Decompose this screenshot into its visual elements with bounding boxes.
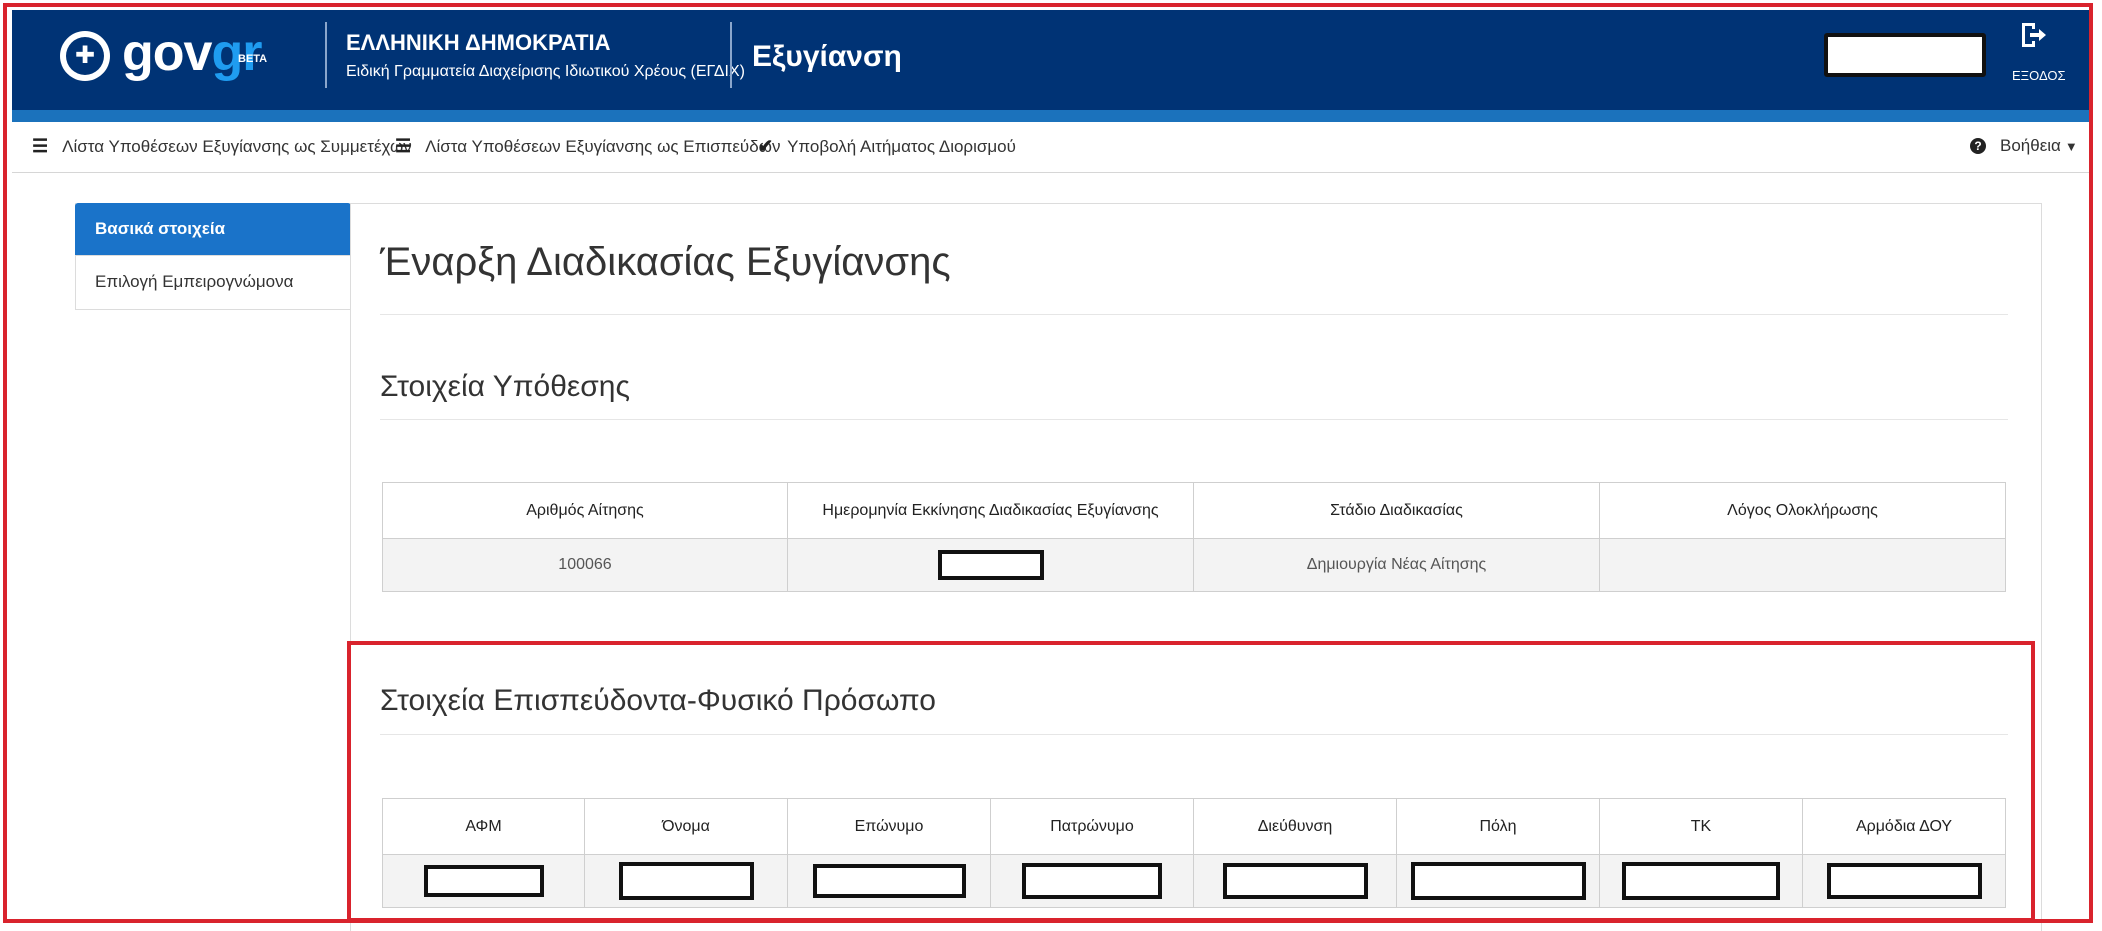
column-header: Διεύθυνση [1193, 798, 1397, 855]
check-icon: ✔ [758, 136, 774, 156]
first-name-cell [584, 854, 788, 908]
case-info-table: Αριθμός Αίτησης Ημερομηνία Εκκίνησης Δια… [382, 482, 2006, 592]
help-dropdown[interactable]: ? Βοήθεια ▼ [1970, 136, 2078, 156]
table-header-row: ΑΦΜ Όνομα Επώνυμο Πατρώνυμο Διεύθυνση Πό… [382, 798, 2006, 855]
nav-item-participant-cases[interactable]: ☰ Λίστα Υποθέσεων Εξυγίανσης ως Συμμετέχ… [32, 136, 412, 157]
header-divider [730, 22, 732, 88]
greek-emblem-icon[interactable]: ✚ [60, 31, 110, 81]
divider [380, 419, 2008, 420]
nav-item-appointment-request[interactable]: ✔ Υποβολή Αιτήματος Διορισμού [758, 136, 1016, 157]
redacted-value [1622, 862, 1780, 900]
redacted-value [937, 550, 1044, 580]
header-divider [325, 22, 327, 88]
list-icon: ☰ [395, 136, 412, 156]
divider [380, 314, 2008, 315]
sidebar-item-expert-selection[interactable]: Επιλογή Εμπειρογνώμονα [75, 255, 351, 307]
redacted-value [618, 862, 754, 900]
column-header: Στάδιο Διαδικασίας [1193, 482, 1600, 539]
column-header: ΤΚ [1599, 798, 1803, 855]
column-header: Αριθμός Αίτησης [382, 482, 788, 539]
table-row [382, 854, 2006, 908]
last-name-cell [787, 854, 991, 908]
case-section-title: Στοιχεία Υπόθεσης [380, 370, 630, 403]
column-header: ΑΦΜ [382, 798, 585, 855]
question-circle-icon: ? [1970, 138, 1986, 154]
application-number-cell: 100066 [382, 538, 788, 592]
page-title: Έναρξη Διαδικασίας Εξυγίανσης [380, 240, 951, 284]
table-row: 100066 Δημιουργία Νέας Αίτησης [382, 538, 2006, 592]
address-cell [1193, 854, 1397, 908]
department-subtitle: Ειδική Γραμματεία Διαχείρισης Ιδιωτικού … [346, 63, 745, 80]
redacted-value [1222, 863, 1368, 899]
beta-badge: BETA [238, 53, 268, 65]
user-name-redacted [1824, 33, 1986, 77]
column-header: Αρμόδια ΔΟΥ [1802, 798, 2006, 855]
completion-reason-cell [1599, 538, 2006, 592]
column-header: Επώνυμο [787, 798, 991, 855]
column-header: Όνομα [584, 798, 788, 855]
app-title: Εξυγίανση [752, 40, 902, 73]
sidebar-item-basic-info[interactable]: Βασικά στοιχεία [75, 203, 351, 255]
nav-item-applicant-cases[interactable]: ☰ Λίστα Υποθέσεων Εξυγίανσης ως Επισπεύδ… [395, 136, 780, 157]
city-cell [1396, 854, 1600, 908]
column-header: Πόλη [1396, 798, 1600, 855]
postal-code-cell [1599, 854, 1803, 908]
column-header: Πατρώνυμο [990, 798, 1194, 855]
logout-button-label[interactable]: ΕΞΟΔΟΣ [2012, 68, 2066, 83]
redacted-value [1022, 863, 1162, 899]
fathers-name-cell [990, 854, 1194, 908]
divider [380, 734, 2008, 735]
applicant-section-title: Στοιχεία Επισπεύδοντα-Φυσικό Πρόσωπο [380, 684, 936, 717]
caret-down-icon: ▼ [2064, 138, 2078, 154]
applicant-info-table: ΑΦΜ Όνομα Επώνυμο Πατρώνυμο Διεύθυνση Πό… [382, 798, 2006, 908]
top-header [12, 10, 2090, 110]
table-header-row: Αριθμός Αίτησης Ημερομηνία Εκκίνησης Δια… [382, 482, 2006, 539]
redacted-value [1410, 862, 1586, 900]
tax-office-cell [1802, 854, 2006, 908]
start-date-cell [787, 538, 1194, 592]
header-stripe [12, 110, 2090, 122]
column-header: Λόγος Ολοκλήρωσης [1599, 482, 2006, 539]
logout-icon[interactable] [2018, 20, 2048, 50]
cross-icon: ✚ [66, 37, 104, 75]
stage-cell: Δημιουργία Νέας Αίτησης [1193, 538, 1600, 592]
redacted-value [1826, 863, 1982, 899]
redacted-value [423, 865, 544, 897]
department-title: ΕΛΛΗΝΙΚΗ ΔΗΜΟΚΡΑΤΙΑ [346, 30, 611, 55]
redacted-value [812, 864, 966, 898]
list-icon: ☰ [32, 136, 49, 156]
afm-cell [382, 854, 585, 908]
column-header: Ημερομηνία Εκκίνησης Διαδικασίας Εξυγίαν… [787, 482, 1194, 539]
